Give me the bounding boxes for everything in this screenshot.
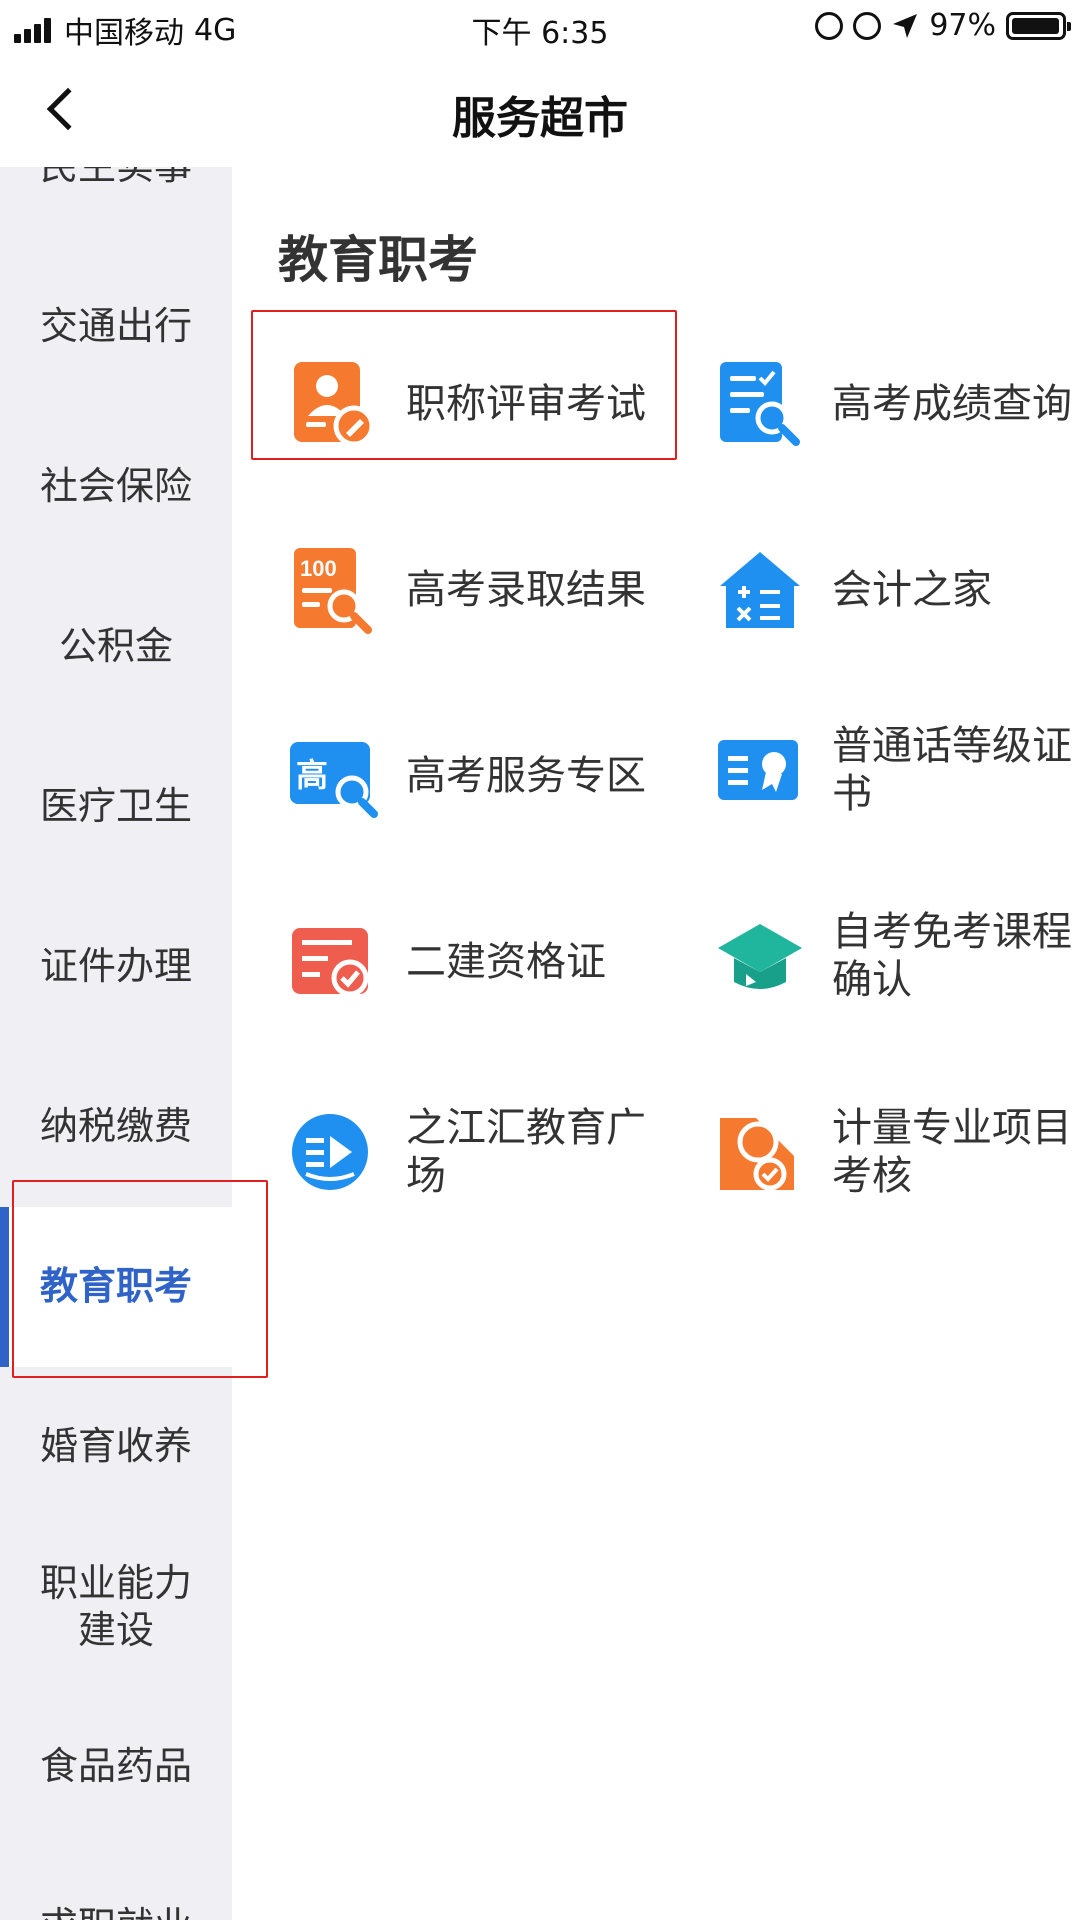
- rotation-lock-icon: [853, 11, 882, 40]
- service-accounting[interactable]: 会计之家: [716, 546, 1080, 634]
- status-bar: 中国移动 4G 下午 6:35 97%: [0, 0, 1080, 52]
- badge-check-icon: [720, 1118, 794, 1191]
- grad-cap-icon: [718, 924, 802, 989]
- battery-icon: [1006, 11, 1071, 40]
- service-gaokao-score[interactable]: 高考成绩查询: [716, 360, 1080, 448]
- service-zikao[interactable]: 自考免考课程确认: [716, 908, 1080, 1004]
- check-doc-icon: [292, 928, 369, 997]
- page-title: 服务超市: [452, 93, 628, 144]
- service-gaokao-zone[interactable]: 高 高考服务专区: [290, 732, 656, 820]
- gao-search-icon: 高: [290, 742, 378, 818]
- play-book-icon: [292, 1114, 368, 1190]
- highlight-box-service: [251, 310, 677, 460]
- sidebar-item-minsheng[interactable]: 民生实事: [0, 167, 232, 247]
- sidebar-item-food-drug[interactable]: 食品药品: [0, 1687, 232, 1847]
- service-zhijianghui[interactable]: 之江汇教育广场: [290, 1104, 656, 1200]
- certificate-icon: [718, 740, 798, 800]
- battery-percent: 97%: [929, 8, 996, 43]
- section-title: 教育职考: [278, 231, 478, 289]
- service-label: 高考成绩查询: [832, 381, 1072, 427]
- service-label: 高考录取结果: [406, 567, 646, 613]
- location-arrow-icon: [893, 13, 918, 38]
- service-erjian[interactable]: 二建资格证: [290, 918, 656, 1006]
- sidebar-item-medical[interactable]: 医疗卫生: [0, 727, 232, 887]
- service-label: 计量专业项目考核: [832, 1105, 1072, 1199]
- sidebar-item-vocational[interactable]: 职业能力 建设: [0, 1527, 232, 1687]
- calc-house-icon: [720, 552, 800, 628]
- svg-text:100: 100: [300, 556, 337, 581]
- service-putonghua[interactable]: 普通话等级证书: [716, 722, 1080, 818]
- service-label: 普通话等级证书: [832, 723, 1072, 817]
- sidebar-item-housing-fund[interactable]: 公积金: [0, 567, 232, 727]
- sidebar-item-social-insurance[interactable]: 社会保险: [0, 407, 232, 567]
- service-label: 高考服务专区: [406, 753, 646, 799]
- sidebar-item-marriage[interactable]: 婚育收养: [0, 1367, 232, 1527]
- status-right: 97%: [815, 8, 1071, 43]
- service-label: 自考免考课程确认: [832, 909, 1072, 1003]
- nav-bar: 服务超市: [0, 52, 1080, 167]
- service-jiliang[interactable]: 计量专业项目考核: [716, 1104, 1080, 1200]
- alarm-icon: [815, 11, 844, 40]
- service-gaokao-admission[interactable]: 100 高考录取结果: [290, 546, 656, 634]
- score-100-icon: 100: [294, 548, 372, 634]
- sidebar-item-certificates[interactable]: 证件办理: [0, 887, 232, 1047]
- highlight-box-sidebar: [12, 1180, 268, 1378]
- category-sidebar[interactable]: 民生实事 交通出行 社会保险 公积金 医疗卫生 证件办理 纳税缴费 教育职考 婚…: [0, 167, 232, 1920]
- svg-text:高: 高: [296, 756, 328, 794]
- service-label: 会计之家: [832, 567, 992, 613]
- sidebar-item-traffic[interactable]: 交通出行: [0, 247, 232, 407]
- service-label: 之江汇教育广场: [406, 1105, 646, 1199]
- list-search-icon: [720, 362, 800, 446]
- sidebar-item-employment[interactable]: 求职就业: [0, 1847, 232, 1920]
- service-label: 二建资格证: [406, 939, 606, 985]
